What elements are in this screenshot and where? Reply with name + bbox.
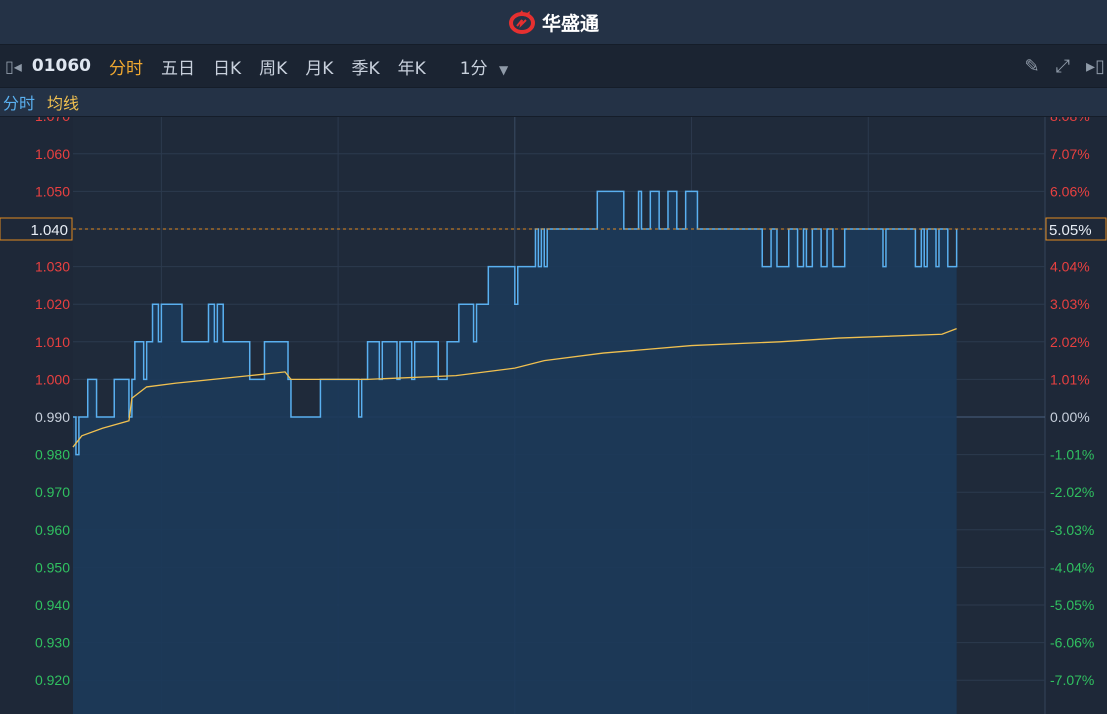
left-tick-label: 0.970 [35,484,70,500]
chart-tools: ✎ ⤢ ▸▯ [1025,45,1107,88]
left-tick-label: 0.920 [35,672,70,688]
right-tick-label: -4.04% [1050,559,1094,575]
right-tick-label: 0.00% [1050,409,1090,425]
left-tick-label: 1.050 [35,183,70,199]
left-tick-label: 1.060 [35,146,70,162]
right-tick-label: 1.01% [1050,371,1090,387]
brand-logo: 华盛通 [508,9,599,36]
tab-quarterly-k[interactable]: 季K [351,54,379,79]
left-tick-label: 0.980 [35,447,70,463]
left-tick-label: 1.000 [35,371,70,387]
legend: 分时 均线 [0,88,1107,117]
left-tick-label: 1.070 [35,117,70,124]
pencil-icon[interactable]: ✎ [1025,56,1040,77]
tab-five-day[interactable]: 五日 [161,54,195,79]
huashengtong-logo-icon [508,10,535,34]
right-tick-label: -5.05% [1050,597,1094,613]
right-tick-label: -6.06% [1050,635,1094,651]
right-tick-label: -1.01% [1050,447,1094,463]
left-tick-label: 1.010 [35,334,70,350]
tab-daily-k[interactable]: 日K [213,54,241,79]
right-tick-label: 3.03% [1050,296,1090,312]
left-tick-label: 0.950 [35,559,70,575]
current-pct-label: 5.05% [1049,222,1092,239]
right-tick-label: 6.06% [1050,183,1090,199]
interval-value: 1分 [459,58,488,79]
legend-average: 均线 [47,94,80,113]
current-price-label: 1.040 [30,222,68,239]
stock-code: 01060 [31,56,91,76]
toolbar: ▯◂ 01060 分时 五日 日K 周K 月K 季K 年K 1分 ▼ ✎ ⤢ ▸… [0,45,1107,88]
right-tick-label: -3.03% [1050,522,1094,538]
right-tick-label: 7.07% [1050,146,1090,162]
interval-select[interactable]: 1分 ▼ [460,54,508,79]
collapse-right-icon[interactable]: ▸▯ [1086,56,1105,77]
left-tick-label: 1.020 [35,296,70,312]
tab-yearly-k[interactable]: 年K [398,54,426,79]
left-tick-label: 0.940 [35,597,70,613]
left-tick-label: 0.930 [35,635,70,651]
left-tick-label: 0.960 [35,522,70,538]
chevron-down-icon: ▼ [499,62,509,77]
right-tick-label: 2.02% [1050,334,1090,350]
brand-name: 华盛通 [541,12,599,35]
tab-monthly-k[interactable]: 月K [305,54,333,79]
collapse-left-icon[interactable]: ▯◂ [5,57,22,76]
legend-price: 分时 [3,94,36,113]
right-tick-label: -2.02% [1050,484,1094,500]
left-tick-label: 0.990 [35,409,70,425]
right-tick-label: 8.08% [1050,117,1090,124]
intraday-chart: 1.070 8.08% 1.060 7.07% 1.050 6.06% 1.030 4.04%… [0,117,1107,714]
tab-weekly-k[interactable]: 周K [259,54,287,79]
tab-intraday[interactable]: 分时 [109,54,143,79]
left-tick-label: 1.030 [35,259,70,275]
right-tick-label: 4.04% [1050,259,1090,275]
fullscreen-icon[interactable]: ⤢ [1056,56,1070,77]
title-bar: 华盛通 [0,0,1107,45]
right-tick-label: -7.07% [1050,672,1094,688]
